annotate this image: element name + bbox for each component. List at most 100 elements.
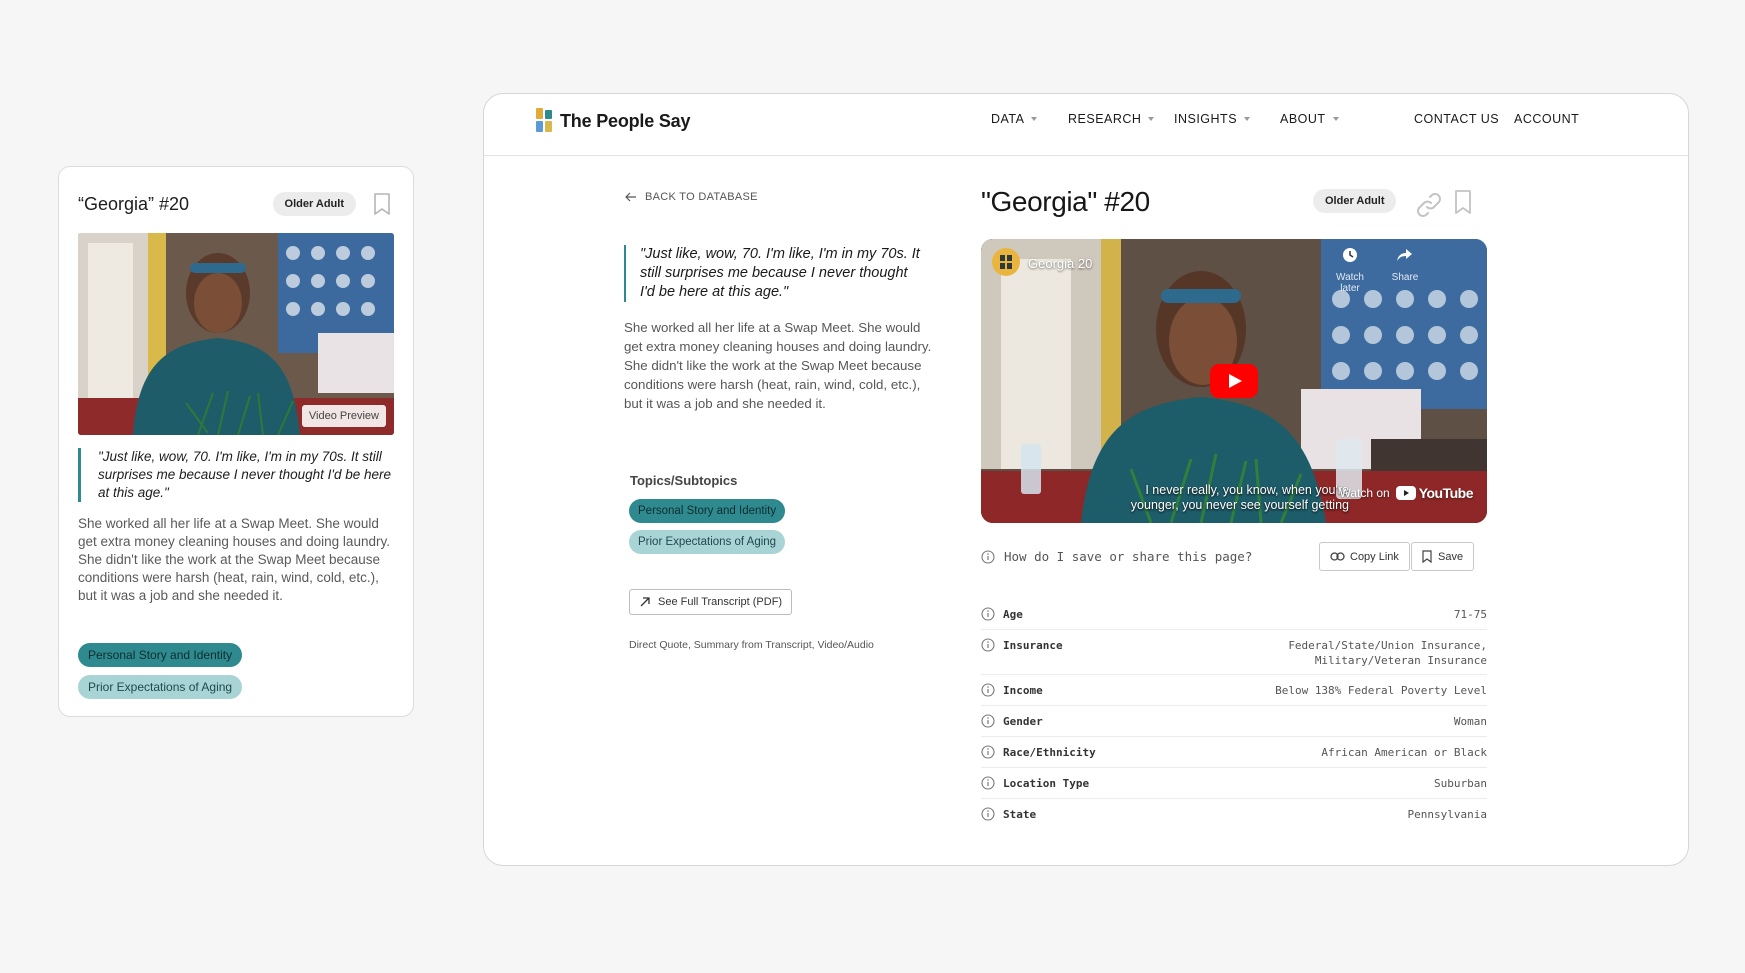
tag-prior-expectations[interactable]: Prior Expectations of Aging bbox=[78, 675, 243, 699]
fact-row-age: Age 71-75 bbox=[981, 599, 1487, 630]
fact-key-label: Income bbox=[1003, 683, 1043, 697]
copy-link-button[interactable]: Copy Link bbox=[1319, 542, 1410, 571]
fact-key[interactable]: State bbox=[981, 807, 1181, 821]
save-button[interactable]: Save bbox=[1411, 542, 1475, 571]
chevron-down-icon bbox=[1148, 117, 1155, 121]
source-types: Direct Quote, Summary from Transcript, V… bbox=[629, 639, 874, 651]
fact-key-label: Insurance bbox=[1003, 638, 1063, 652]
fact-row-location-type: Location Type Suburban bbox=[981, 768, 1487, 799]
nav-contact-us[interactable]: CONTACT US bbox=[1414, 112, 1499, 126]
nav-data[interactable]: DATA bbox=[991, 112, 1038, 126]
channel-avatar-icon[interactable] bbox=[991, 247, 1021, 277]
nav-account[interactable]: ACCOUNT bbox=[1514, 112, 1579, 126]
featured-quote: "Just like, wow, 70. I'm like, I'm in my… bbox=[624, 245, 924, 302]
fact-row-insurance: Insurance Federal/State/Union Insurance,… bbox=[981, 630, 1487, 675]
video-title[interactable]: Georgia 20 bbox=[1028, 256, 1092, 271]
chevron-down-icon bbox=[1244, 117, 1251, 121]
fact-row-race-ethnicity: Race/Ethnicity African American or Black bbox=[981, 737, 1487, 768]
story-card[interactable]: “Georgia” #20 Older Adult Video Preview … bbox=[58, 166, 414, 717]
fact-key-label: Gender bbox=[1003, 714, 1043, 728]
fact-value: Below 138% Federal Poverty Level bbox=[1275, 684, 1487, 697]
watch-on-label: Watch on bbox=[1339, 486, 1390, 500]
fact-row-state: State Pennsylvania bbox=[981, 799, 1487, 830]
caption-line-2: younger, you never see yourself getting bbox=[1130, 498, 1349, 512]
back-link-label: BACK TO DATABASE bbox=[645, 191, 758, 203]
nav-account-label: ACCOUNT bbox=[1514, 112, 1580, 126]
video-caption: I never really, you know, when you're yo… bbox=[1119, 483, 1349, 513]
share-label: Share bbox=[1391, 272, 1419, 283]
bookmark-icon[interactable] bbox=[1453, 188, 1473, 221]
watch-on-youtube-link[interactable]: Watch on YouTube bbox=[1339, 485, 1473, 501]
chevron-down-icon bbox=[1332, 117, 1339, 121]
nav-research-label: RESEARCH bbox=[1068, 112, 1142, 126]
watch-later-label: Watch later bbox=[1336, 272, 1364, 294]
fact-key-label: Age bbox=[1003, 607, 1023, 621]
back-to-database-link[interactable]: BACK TO DATABASE bbox=[625, 191, 758, 203]
fact-row-gender: Gender Woman bbox=[981, 706, 1487, 737]
age-badge: Older Adult bbox=[1313, 189, 1397, 213]
tag-personal-story[interactable]: Personal Story and Identity bbox=[78, 643, 243, 667]
card-tag-list: Personal Story and Identity Prior Expect… bbox=[78, 643, 243, 707]
info-icon bbox=[981, 638, 995, 652]
info-icon bbox=[981, 607, 995, 621]
info-icon bbox=[981, 714, 995, 728]
transcript-button-label: See Full Transcript (PDF) bbox=[658, 596, 783, 608]
fact-row-income: Income Below 138% Federal Poverty Level bbox=[981, 675, 1487, 706]
nav-insights-label: INSIGHTS bbox=[1174, 112, 1238, 126]
see-transcript-button[interactable]: See Full Transcript (PDF) bbox=[629, 589, 793, 615]
save-label: Save bbox=[1438, 550, 1464, 563]
info-icon bbox=[981, 549, 995, 564]
chevron-down-icon bbox=[1031, 117, 1038, 121]
fact-value: Pennsylvania bbox=[1407, 808, 1487, 821]
fact-key[interactable]: Insurance bbox=[981, 638, 1181, 652]
save-share-help[interactable]: How do I save or share this page? bbox=[981, 549, 1252, 564]
nav-about[interactable]: ABOUT bbox=[1280, 112, 1339, 126]
share-control[interactable]: Share bbox=[1385, 247, 1425, 283]
help-question-text: How do I save or share this page? bbox=[1004, 549, 1253, 564]
video-preview-label[interactable]: Video Preview bbox=[301, 405, 386, 427]
share-arrow-icon bbox=[1397, 249, 1412, 261]
youtube-wordmark: YouTube bbox=[1418, 485, 1474, 501]
top-navigation: The People Say DATA RESEARCH INSIGHTS AB… bbox=[484, 94, 1688, 156]
info-icon bbox=[981, 745, 995, 759]
video-player[interactable]: Georgia 20 Watch later Share I never rea… bbox=[981, 239, 1487, 523]
link-icon[interactable] bbox=[1414, 190, 1444, 225]
play-button-icon[interactable] bbox=[1210, 364, 1258, 398]
youtube-logo-icon bbox=[1395, 486, 1416, 500]
bookmark-icon[interactable] bbox=[370, 190, 394, 218]
brand-logo[interactable]: The People Say bbox=[534, 108, 690, 134]
fact-key[interactable]: Age bbox=[981, 607, 1181, 621]
page-title: "Georgia" #20 bbox=[981, 186, 1150, 217]
brand-name: The People Say bbox=[560, 110, 691, 131]
video-preview-thumbnail[interactable]: Video Preview bbox=[78, 233, 394, 435]
info-icon bbox=[981, 683, 995, 697]
card-summary: She worked all her life at a Swap Meet. … bbox=[78, 516, 390, 603]
nav-insights[interactable]: INSIGHTS bbox=[1174, 112, 1251, 126]
story-summary: She worked all her life at a Swap Meet. … bbox=[624, 320, 932, 411]
tag-prior-expectations[interactable]: Prior Expectations of Aging bbox=[629, 530, 786, 554]
fact-key[interactable]: Race/Ethnicity bbox=[981, 745, 1181, 759]
tag-personal-story[interactable]: Personal Story and Identity bbox=[629, 499, 786, 523]
card-header: “Georgia” #20 Older Adult bbox=[78, 189, 394, 219]
fact-key-label: State bbox=[1003, 807, 1037, 821]
brand-mark-icon bbox=[536, 108, 552, 132]
fact-value: Suburban bbox=[1434, 777, 1487, 790]
watch-later-control[interactable]: Watch later bbox=[1330, 247, 1370, 294]
arrow-left-icon bbox=[625, 192, 636, 202]
fact-key[interactable]: Location Type bbox=[981, 776, 1181, 790]
copy-link-label: Copy Link bbox=[1350, 550, 1399, 563]
demographics-table: Age 71-75 Insurance Federal/State/Union … bbox=[981, 599, 1487, 830]
save-share-row: How do I save or share this page? Copy L… bbox=[981, 542, 1487, 572]
fact-key[interactable]: Income bbox=[981, 683, 1181, 697]
fact-key[interactable]: Gender bbox=[981, 714, 1181, 728]
fact-value: 71-75 bbox=[1453, 608, 1487, 621]
nav-research[interactable]: RESEARCH bbox=[1068, 112, 1155, 126]
info-icon bbox=[981, 807, 995, 821]
external-link-icon bbox=[640, 597, 650, 607]
detail-page-window: The People Say DATA RESEARCH INSIGHTS AB… bbox=[483, 93, 1689, 866]
fact-value: African American or Black bbox=[1321, 746, 1487, 759]
age-badge: Older Adult bbox=[272, 192, 356, 216]
nav-contact-label: CONTACT US bbox=[1414, 112, 1500, 126]
link-icon bbox=[1330, 552, 1345, 561]
topics-heading: Topics/Subtopics bbox=[630, 473, 738, 488]
